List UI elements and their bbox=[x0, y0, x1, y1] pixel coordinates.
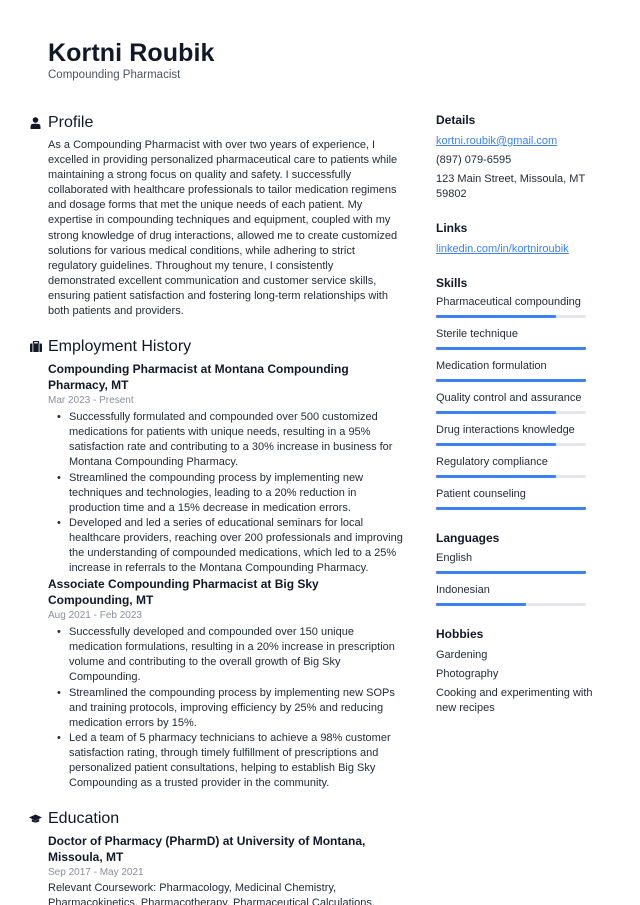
details-section: Details kortni.roubik@gmail.com (897) 07… bbox=[436, 112, 596, 202]
skills-list: Pharmaceutical compounding Sterile techn… bbox=[436, 295, 596, 510]
skill-label: Pharmaceutical compounding bbox=[436, 296, 581, 308]
skill-level-bar bbox=[436, 347, 586, 350]
language-label: English bbox=[436, 552, 473, 564]
skill-level-fill bbox=[436, 475, 556, 478]
hobbies-heading: Hobbies bbox=[436, 627, 484, 641]
language-level-bar bbox=[436, 603, 586, 606]
job-bullets: Successfully developed and compounded ov… bbox=[48, 625, 403, 791]
skill-label: Medication formulation bbox=[436, 360, 547, 372]
job-dates: Aug 2021 - Feb 2023 bbox=[48, 610, 142, 622]
education-heading-text: Education bbox=[48, 810, 120, 828]
skill-item: Quality control and assurance bbox=[436, 391, 596, 414]
language-label: Indonesian bbox=[436, 584, 490, 596]
job-title: Associate Compounding Pharmacist at Big … bbox=[48, 577, 319, 608]
skill-label: Patient counseling bbox=[436, 488, 526, 500]
bullet-item: Led a team of 5 pharmacy technicians to … bbox=[57, 731, 403, 791]
skill-label: Regulatory compliance bbox=[436, 456, 548, 468]
bullet-item: Successfully formulated and compounded o… bbox=[57, 410, 403, 470]
skill-label: Drug interactions knowledge bbox=[436, 424, 575, 436]
skill-level-bar bbox=[436, 379, 586, 382]
job-dates: Mar 2023 - Present bbox=[48, 395, 134, 407]
main-column: Profile As a Compounding Pharmacist with… bbox=[29, 112, 403, 905]
job-bullets: Successfully formulated and compounded o… bbox=[48, 410, 403, 576]
bullet-item: Developed and led a series of educationa… bbox=[57, 516, 403, 576]
person-icon bbox=[29, 116, 42, 129]
linkedin-link[interactable]: linkedin.com/in/kortniroubik bbox=[436, 242, 569, 257]
profile-summary: As a Compounding Pharmacist with over tw… bbox=[48, 139, 398, 318]
skill-level-bar bbox=[436, 475, 586, 478]
email-link[interactable]: kortni.roubik@gmail.com bbox=[436, 134, 557, 149]
bullet-item: Successfully developed and compounded ov… bbox=[57, 625, 403, 685]
job-title: Compounding Pharmacist at Montana Compou… bbox=[48, 362, 349, 393]
language-item: English bbox=[436, 551, 596, 574]
skill-item: Medication formulation bbox=[436, 359, 596, 382]
profile-section: Profile As a Compounding Pharmacist with… bbox=[30, 112, 403, 319]
hobby-item: Cooking and experimenting with new recip… bbox=[436, 687, 593, 714]
skill-level-fill bbox=[436, 379, 586, 382]
language-level-fill bbox=[436, 571, 586, 574]
links-heading: Links bbox=[436, 221, 468, 235]
skill-label: Quality control and assurance bbox=[436, 392, 582, 404]
skill-item: Regulatory compliance bbox=[436, 455, 596, 478]
skill-level-fill bbox=[436, 347, 586, 350]
graduation-cap-icon bbox=[29, 812, 42, 825]
details-heading: Details bbox=[436, 113, 476, 127]
skill-level-bar bbox=[436, 315, 586, 318]
skill-level-fill bbox=[436, 443, 556, 446]
candidate-name: Kortni Roubik bbox=[48, 39, 215, 67]
employment-heading-text: Employment History bbox=[48, 338, 192, 356]
languages-heading: Languages bbox=[436, 531, 500, 545]
profile-heading: Profile bbox=[30, 112, 403, 134]
bullet-item: Streamlined the compounding process by i… bbox=[57, 686, 403, 731]
skill-item: Drug interactions knowledge bbox=[436, 423, 596, 446]
language-level-fill bbox=[436, 603, 526, 606]
language-level-bar bbox=[436, 571, 586, 574]
profile-heading-text: Profile bbox=[48, 114, 94, 131]
bullet-item: Streamlined the compounding process by i… bbox=[57, 471, 403, 516]
briefcase-icon bbox=[29, 340, 42, 353]
education-entry: Doctor of Pharmacy (PharmD) at Universit… bbox=[48, 833, 403, 905]
employment-section: Employment History Compounding Pharmacis… bbox=[29, 336, 403, 791]
language-item: Indonesian bbox=[436, 583, 596, 606]
skill-item: Patient counseling bbox=[436, 487, 596, 510]
education-heading: Education bbox=[29, 808, 403, 830]
skill-level-bar bbox=[436, 443, 586, 446]
job-entry: Associate Compounding Pharmacist at Big … bbox=[48, 576, 403, 791]
resume-header: Kortni Roubik Compounding Pharmacist bbox=[48, 38, 215, 82]
address: 123 Main Street, Missoula, MT 59802 bbox=[436, 173, 585, 200]
skill-level-fill bbox=[436, 315, 556, 318]
sidebar-column: Details kortni.roubik@gmail.com (897) 07… bbox=[436, 112, 596, 716]
job-entry: Compounding Pharmacist at Montana Compou… bbox=[48, 361, 403, 576]
skill-level-fill bbox=[436, 411, 556, 414]
employment-heading: Employment History bbox=[29, 336, 403, 358]
skill-level-bar bbox=[436, 507, 586, 510]
candidate-title: Compounding Pharmacist bbox=[48, 69, 181, 81]
hobby-item: Photography bbox=[436, 668, 499, 680]
skills-heading: Skills bbox=[436, 276, 468, 290]
education-dates: Sep 2017 - May 2021 bbox=[48, 867, 144, 879]
skill-item: Sterile technique bbox=[436, 327, 596, 350]
hobby-item: Gardening bbox=[436, 649, 488, 661]
skills-section: Skills Pharmaceutical compounding Steril… bbox=[436, 275, 596, 510]
skill-level-bar bbox=[436, 411, 586, 414]
education-coursework: Relevant Coursework: Pharmacology, Medic… bbox=[48, 882, 375, 905]
phone-number: (897) 079-6595 bbox=[436, 154, 512, 166]
skill-label: Sterile technique bbox=[436, 328, 518, 340]
skill-level-fill bbox=[436, 507, 586, 510]
degree-title: Doctor of Pharmacy (PharmD) at Universit… bbox=[48, 834, 366, 865]
languages-section: Languages English Indonesian bbox=[436, 530, 596, 606]
hobbies-section: Hobbies Gardening Photography Cooking an… bbox=[436, 626, 596, 716]
links-section: Links linkedin.com/in/kortniroubik bbox=[436, 220, 596, 257]
education-section: Education Doctor of Pharmacy (PharmD) at… bbox=[29, 808, 403, 905]
skill-item: Pharmaceutical compounding bbox=[436, 295, 596, 318]
